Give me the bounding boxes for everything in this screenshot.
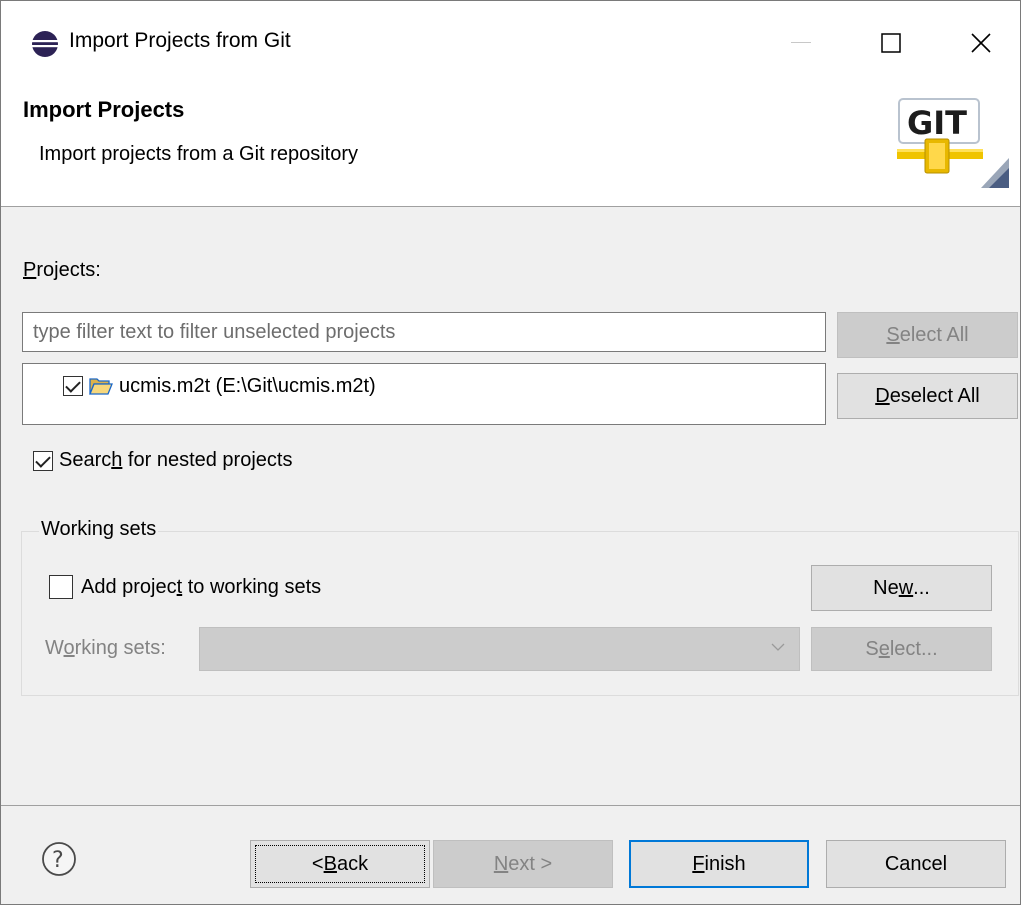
close-button[interactable] [936,1,1021,85]
import-projects-dialog: Import Projects from Git Import Projects… [0,0,1021,905]
select-working-sets-button[interactable]: Se lect... [811,627,992,671]
working-sets-group [21,531,1019,696]
svg-text:?: ? [52,848,64,873]
footer-divider [1,805,1020,806]
select-all-button[interactable]: Select All [837,312,1018,358]
open-folder-icon [89,378,113,395]
working-sets-label: Working sets: [45,637,166,659]
chevron-down-icon [771,643,785,651]
add-to-working-sets-option[interactable]: Add project to working sets [49,575,321,599]
add-to-working-sets-checkbox[interactable] [49,575,73,599]
close-icon [971,33,991,53]
project-checkbox[interactable] [63,376,83,396]
help-icon[interactable]: ? [41,841,77,877]
next-button[interactable]: Next > [433,840,613,888]
git-logo-text: GIT [907,104,967,142]
search-nested-label: Search for nested projects [59,449,293,471]
projects-label: Projects: [23,259,101,281]
back-button[interactable]: < Back [250,840,430,888]
new-working-set-button[interactable]: Ne w... [811,565,992,611]
focus-ring [255,845,425,883]
search-nested-checkbox[interactable] [33,450,53,471]
eclipse-icon [32,31,58,57]
page-title: Import Projects [23,97,185,122]
add-to-working-sets-label: Add project to working sets [81,575,322,598]
minimize-icon [791,42,811,43]
project-label: ucmis.m2t (E:\Git\ucmis.m2t) [119,374,376,397]
git-logo-icon: GIT [897,98,1009,188]
title-bar[interactable]: Import Projects from Git [1,1,1020,85]
projects-tree[interactable]: ucmis.m2t (E:\Git\ucmis.m2t) [22,363,826,425]
minimize-button[interactable] [756,1,846,85]
cancel-button[interactable]: Cancel [826,840,1006,888]
window-title: Import Projects from Git [69,29,291,52]
working-sets-combo[interactable] [199,627,800,671]
maximize-icon [881,33,901,53]
working-sets-group-label: Working sets [39,518,159,541]
search-nested-option[interactable]: Search for nested projects [33,449,292,472]
deselect-all-button[interactable]: Deselect All [837,373,1018,419]
maximize-button[interactable] [846,1,936,85]
page-description: Import projects from a Git repository [39,143,358,165]
finish-button[interactable]: Finish [629,840,809,888]
project-filter-input[interactable] [22,312,826,352]
list-item[interactable]: ucmis.m2t (E:\Git\ucmis.m2t) [63,372,376,400]
wizard-banner: Import Projects Import projects from a G… [1,85,1020,207]
